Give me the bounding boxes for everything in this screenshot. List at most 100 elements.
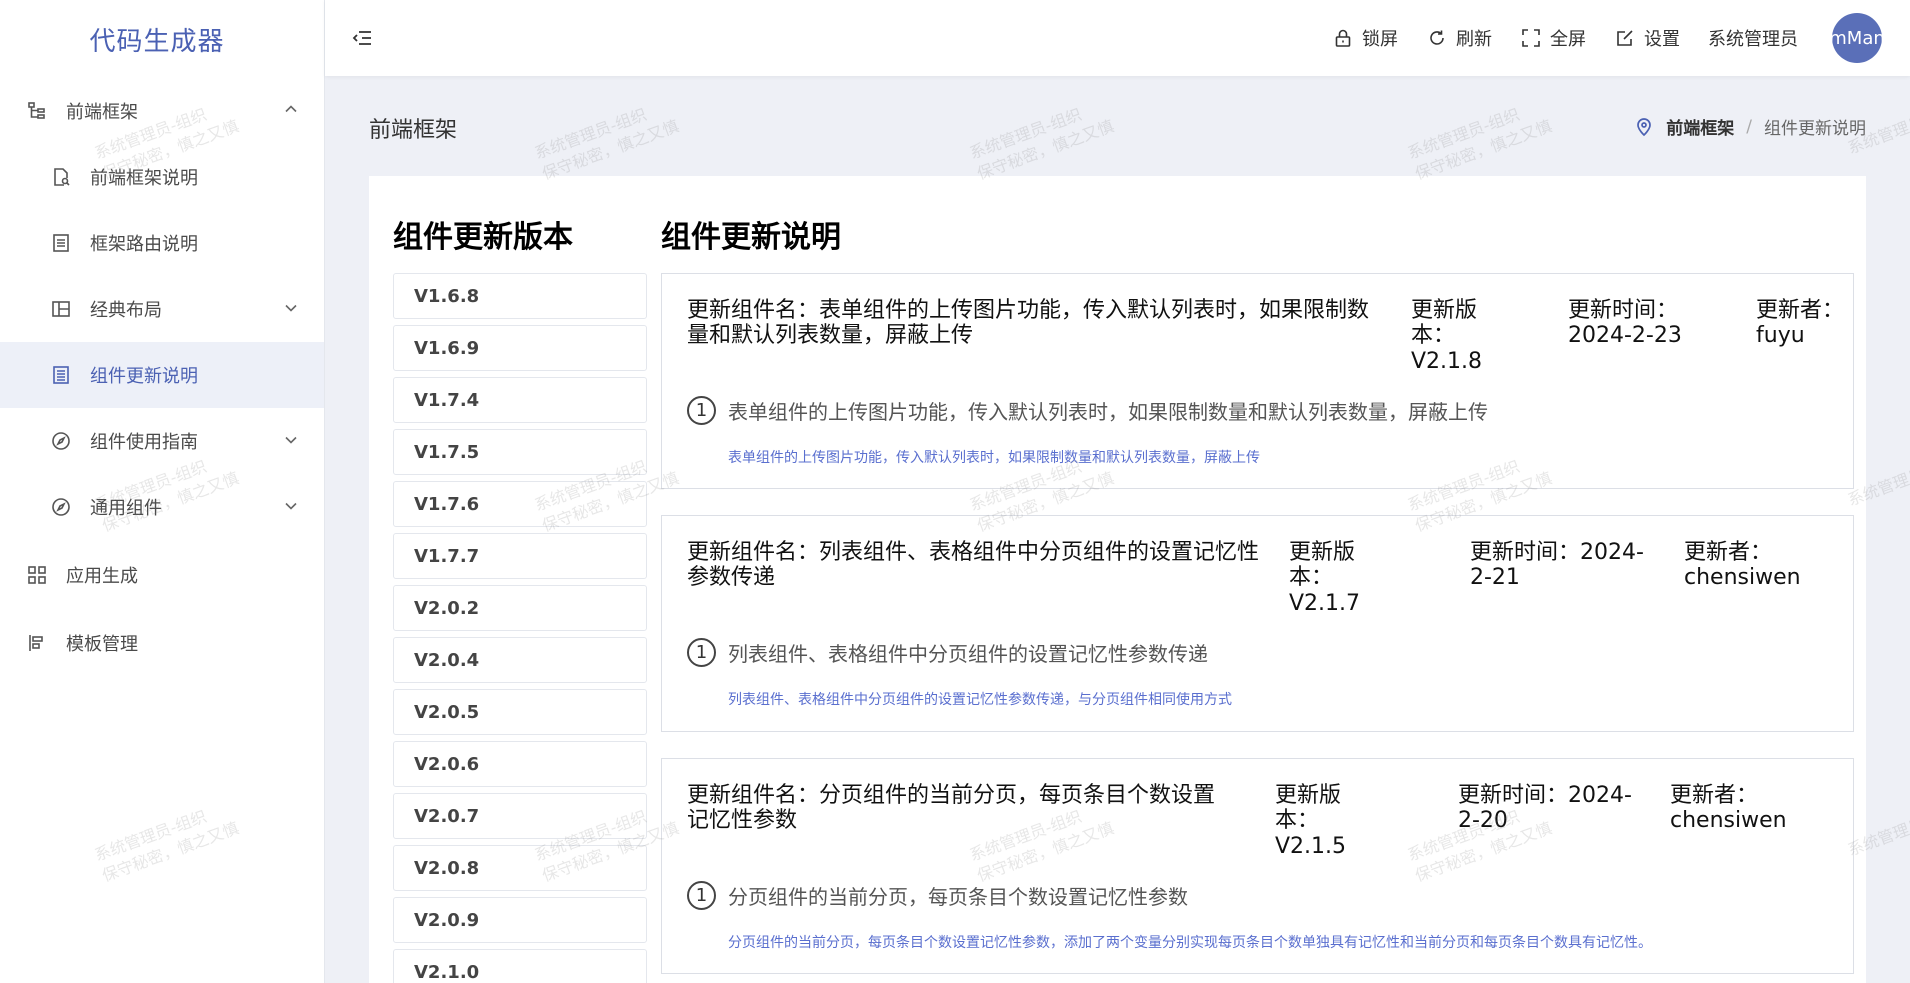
update-card: 更新组件名：表单组件的上传图片功能，传入默认列表时，如果限制数量和默认列表数量，… <box>661 273 1854 489</box>
app-logo-title[interactable]: 代码生成器 <box>0 0 324 78</box>
edit-icon <box>1614 27 1636 49</box>
version-item[interactable]: V2.0.4 <box>393 637 647 683</box>
sidebar-item-label: 应用生成 <box>66 566 138 587</box>
document-icon <box>50 364 72 386</box>
sidebar-item-component-guide[interactable]: 组件使用指南 <box>0 408 324 474</box>
lock-label: 锁屏 <box>1362 29 1398 50</box>
version-list: V1.6.8 V1.6.9 V1.7.4 V1.7.5 V1.7.6 V1.7.… <box>393 273 647 983</box>
version-item[interactable]: V2.0.9 <box>393 897 647 943</box>
update-item: 1 列表组件、表格组件中分页组件的设置记忆性参数传递 <box>687 637 1828 667</box>
watermark: 系统管理员-组织保守秘密，慎之又慎 <box>967 104 1117 184</box>
update-author: 更新者：chensiwen <box>1670 783 1787 834</box>
version-item[interactable]: V1.7.7 <box>393 533 647 579</box>
page-title: 前端框架 <box>369 118 458 143</box>
update-time: 更新时间：2024-2-20 <box>1458 783 1632 834</box>
update-author: 更新者：chensiwen <box>1684 540 1801 591</box>
update-author: 更新者：fuyu <box>1756 298 1845 349</box>
watermark: 系统管理员-组织保守秘密，慎之又慎 <box>1405 104 1555 184</box>
sidebar-item-label: 通用组件 <box>90 498 162 519</box>
list-doc-icon <box>50 232 72 254</box>
refresh-button[interactable]: 刷新 <box>1426 25 1492 51</box>
update-item-text: 表单组件的上传图片功能，传入默认列表时，如果限制数量和默认列表数量，屏蔽上传 <box>728 399 1488 424</box>
sidebar-item-frontend-framework-doc[interactable]: 前端框架说明 <box>0 144 324 210</box>
version-item[interactable]: V2.0.7 <box>393 793 647 839</box>
version-item[interactable]: V2.0.5 <box>393 689 647 735</box>
chevron-down-icon <box>284 497 298 518</box>
version-item[interactable]: V1.7.5 <box>393 429 647 475</box>
settings-button[interactable]: 设置 <box>1614 25 1680 51</box>
update-header: 更新组件名：列表组件、表格组件中分页组件的设置记忆性参数传递 更新版本：V2.1… <box>662 516 1853 616</box>
sidebar: 代码生成器 前端框架 前端框架说明 框架路由说明 经典布局 组件更新说明 组件使… <box>0 0 325 983</box>
sidebar-item-app-generate[interactable]: 应用生成 <box>0 540 324 610</box>
update-item-text: 列表组件、表格组件中分页组件的设置记忆性参数传递 <box>728 641 1208 666</box>
grid-icon <box>26 564 48 586</box>
watermark: 系统管理员-组织保守秘密，慎之又慎 <box>532 104 682 184</box>
sidebar-item-route-doc[interactable]: 框架路由说明 <box>0 210 324 276</box>
avatar[interactable]: mMan <box>1832 13 1882 63</box>
fullscreen-label: 全屏 <box>1550 29 1586 50</box>
username[interactable]: 系统管理员 <box>1708 25 1798 51</box>
item-number: 1 <box>687 880 716 910</box>
sidebar-item-common-components[interactable]: 通用组件 <box>0 474 324 540</box>
document-search-icon <box>50 166 72 188</box>
version-item[interactable]: V2.1.0 <box>393 949 647 983</box>
update-component-name: 更新组件名：表单组件的上传图片功能，传入默认列表时，如果限制数量和默认列表数量，… <box>687 298 1370 349</box>
chevron-down-icon <box>284 299 298 320</box>
update-item: 1 分页组件的当前分页，每页条目个数设置记忆性参数 <box>687 880 1828 910</box>
sidebar-item-frontend-framework[interactable]: 前端框架 <box>0 78 324 144</box>
fullscreen-button[interactable]: 全屏 <box>1520 25 1586 51</box>
tree-icon <box>26 100 48 122</box>
sidebar-item-component-update[interactable]: 组件更新说明 <box>0 342 324 408</box>
versions-heading: 组件更新版本 <box>393 220 573 255</box>
update-time: 更新时间：2024-2-23 <box>1568 298 1682 349</box>
description-heading: 组件更新说明 <box>661 220 841 255</box>
compass-icon <box>50 430 72 452</box>
lock-icon <box>1332 27 1354 49</box>
breadcrumb: 前端框架 / 组件更新说明 <box>1634 114 1866 139</box>
chevron-down-icon <box>284 431 298 452</box>
sidebar-item-label: 经典布局 <box>90 300 162 321</box>
location-icon <box>1634 117 1654 137</box>
sidebar-item-classic-layout[interactable]: 经典布局 <box>0 276 324 342</box>
update-header: 更新组件名：分页组件的当前分页，每页条目个数设置记忆性参数 更新版本：V2.1.… <box>662 759 1853 859</box>
update-card: 更新组件名：分页组件的当前分页，每页条目个数设置记忆性参数 更新版本：V2.1.… <box>661 758 1854 974</box>
update-header: 更新组件名：表单组件的上传图片功能，传入默认列表时，如果限制数量和默认列表数量，… <box>662 274 1853 374</box>
sidebar-item-label: 框架路由说明 <box>90 234 198 255</box>
update-card: 更新组件名：列表组件、表格组件中分页组件的设置记忆性参数传递 更新版本：V2.1… <box>661 515 1854 732</box>
version-item[interactable]: V2.0.6 <box>393 741 647 787</box>
version-item[interactable]: V2.0.2 <box>393 585 647 631</box>
version-item[interactable]: V1.7.6 <box>393 481 647 527</box>
lock-screen-button[interactable]: 锁屏 <box>1332 25 1398 51</box>
version-item[interactable]: V2.0.8 <box>393 845 647 891</box>
breadcrumb-item[interactable]: 前端框架 <box>1666 114 1734 139</box>
sidebar-item-template-manage[interactable]: 模板管理 <box>0 610 324 676</box>
sidebar-item-label: 组件更新说明 <box>90 366 198 387</box>
breadcrumb-separator: / <box>1746 116 1752 137</box>
item-number: 1 <box>687 637 716 667</box>
update-version: 更新版本：V2.1.5 <box>1275 783 1347 859</box>
breadcrumb-item-current: 组件更新说明 <box>1764 119 1866 139</box>
update-component-name: 更新组件名：分页组件的当前分页，每页条目个数设置记忆性参数 <box>687 783 1216 834</box>
update-version: 更新版本：V2.1.8 <box>1411 298 1483 374</box>
refresh-icon <box>1426 27 1448 49</box>
update-component-name: 更新组件名：列表组件、表格组件中分页组件的设置记忆性参数传递 <box>687 540 1260 591</box>
version-item[interactable]: V1.7.4 <box>393 377 647 423</box>
update-item-text: 分页组件的当前分页，每页条目个数设置记忆性参数 <box>728 884 1188 909</box>
update-body: 1 分页组件的当前分页，每页条目个数设置记忆性参数 分页组件的当前分页，每页条目… <box>662 859 1853 952</box>
sidebar-item-label: 模板管理 <box>66 634 138 655</box>
update-time: 更新时间：2024-2-21 <box>1470 540 1644 591</box>
item-number: 1 <box>687 395 716 425</box>
sidebar-item-label: 前端框架说明 <box>90 168 198 189</box>
sidebar-menu: 前端框架 前端框架说明 框架路由说明 经典布局 组件更新说明 组件使用指南 通用… <box>0 78 324 676</box>
update-version: 更新版本：V2.1.7 <box>1289 540 1361 616</box>
update-detail: 列表组件、表格组件中分页组件的设置记忆性参数传递，与分页组件相同使用方式 <box>728 691 1232 708</box>
version-item[interactable]: V1.6.8 <box>393 273 647 319</box>
update-detail: 表单组件的上传图片功能，传入默认列表时，如果限制数量和默认列表数量，屏蔽上传 <box>728 449 1260 466</box>
settings-label: 设置 <box>1644 29 1680 50</box>
update-list: 更新组件名：表单组件的上传图片功能，传入默认列表时，如果限制数量和默认列表数量，… <box>661 273 1854 983</box>
layout-icon <box>50 298 72 320</box>
top-header: 锁屏 刷新 全屏 设置 系统管理员 mMan <box>325 0 1910 76</box>
collapse-sidebar-icon[interactable] <box>349 25 375 51</box>
version-item[interactable]: V1.6.9 <box>393 325 647 371</box>
chevron-up-icon <box>284 101 298 122</box>
